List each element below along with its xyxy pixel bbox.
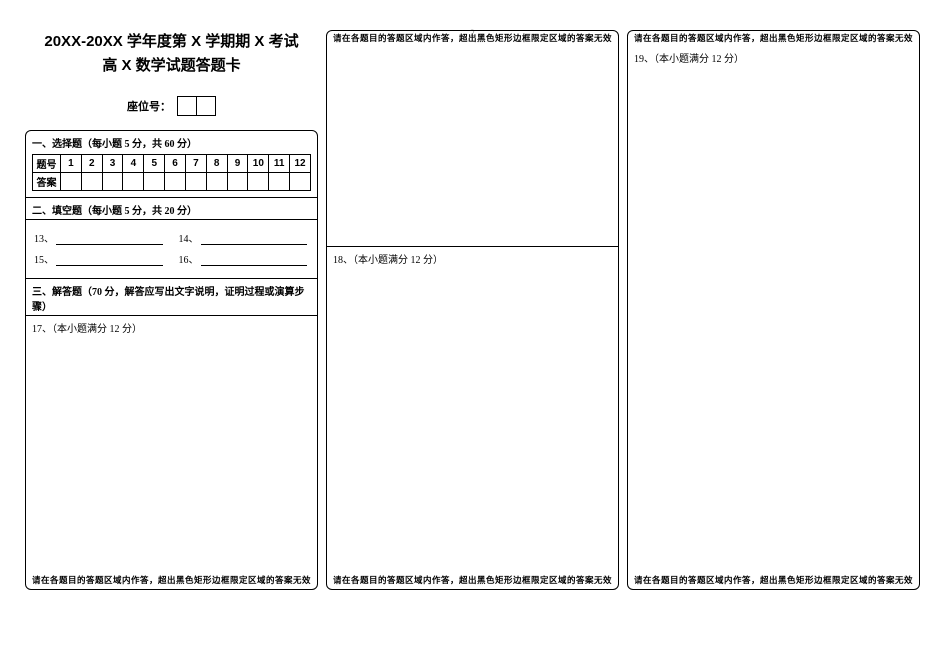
answer-area-q17[interactable] (26, 339, 317, 573)
fill-item-15[interactable]: 15、 (34, 251, 165, 266)
column-1: 20XX-20XX 学年度第 X 学期期 X 考试 高 X 数学试题答题卡 座位… (25, 30, 318, 590)
answer-cell[interactable] (61, 173, 82, 191)
boundary-banner-bottom: 请在各题目的答题区域内作答，超出黑色矩形边框限定区域的答案无效 (26, 573, 317, 589)
answer-cell[interactable] (227, 173, 248, 191)
fill-label: 16、 (179, 251, 199, 266)
multiple-choice-table-wrap: 题号 1 2 3 4 5 6 7 8 9 10 11 12 (26, 152, 317, 197)
seat-label: 座位号： (127, 98, 171, 114)
column-3-frame: 请在各题目的答题区域内作答，超出黑色矩形边框限定区域的答案无效 19、（本小题满… (627, 30, 920, 590)
column-2-frame: 请在各题目的答题区域内作答，超出黑色矩形边框限定区域的答案无效 18、（本小题满… (326, 30, 619, 590)
seat-boxes[interactable] (177, 96, 216, 116)
seat-box-1[interactable] (177, 96, 197, 116)
section-1-heading: 一、选择题（每小题 5 分，共 60 分） (26, 131, 317, 152)
q-number: 2 (81, 155, 102, 173)
seat-box-2[interactable] (196, 96, 216, 116)
answer-cell[interactable] (102, 173, 123, 191)
question-19-label: 19、（本小题满分 12 分） (628, 46, 919, 69)
sheet-header: 20XX-20XX 学年度第 X 学期期 X 考试 高 X 数学试题答题卡 座位… (25, 30, 318, 130)
answer-cell[interactable] (144, 173, 165, 191)
boundary-banner-bottom: 请在各题目的答题区域内作答，超出黑色矩形边框限定区域的答案无效 (327, 573, 618, 589)
title-line-1: 20XX-20XX 学年度第 X 学期期 X 考试 (35, 30, 308, 54)
column-3: 请在各题目的答题区域内作答，超出黑色矩形边框限定区域的答案无效 19、（本小题满… (627, 30, 920, 590)
q-number: 7 (185, 155, 206, 173)
seat-number-row: 座位号： (127, 96, 216, 116)
column-2: 请在各题目的答题区域内作答，超出黑色矩形边框限定区域的答案无效 18、（本小题满… (326, 30, 619, 590)
fill-label: 14、 (179, 230, 199, 245)
section-2-heading: 二、填空题（每小题 5 分，共 20 分） (26, 198, 317, 219)
answer-area-q17-continued[interactable] (327, 46, 618, 246)
column-2-content: 18、（本小题满分 12 分） (327, 46, 618, 573)
answer-cell[interactable] (269, 173, 290, 191)
q-number: 4 (123, 155, 144, 173)
fill-line[interactable] (201, 256, 308, 266)
answer-cell[interactable] (290, 173, 311, 191)
answer-area-q18[interactable] (327, 270, 618, 573)
q-number: 5 (144, 155, 165, 173)
fill-row: 15、 16、 (34, 251, 309, 266)
q-number: 10 (248, 155, 269, 173)
section-3-heading: 三、解答题（70 分，解答应写出文字说明，证明过程或演算步骤） (26, 279, 317, 315)
q-number: 1 (61, 155, 82, 173)
lower-half: 18、（本小题满分 12 分） (327, 247, 618, 573)
answer-area-q19[interactable] (628, 69, 919, 573)
q-number: 8 (206, 155, 227, 173)
boundary-banner-bottom: 请在各题目的答题区域内作答，超出黑色矩形边框限定区域的答案无效 (628, 573, 919, 589)
fill-item-13[interactable]: 13、 (34, 230, 165, 245)
question-17-label: 17、（本小题满分 12 分） (26, 316, 317, 339)
answer-cell[interactable] (123, 173, 144, 191)
q-number: 11 (269, 155, 290, 173)
boundary-banner-top: 请在各题目的答题区域内作答，超出黑色矩形边框限定区域的答案无效 (628, 31, 919, 46)
title-line-2: 高 X 数学试题答题卡 (35, 54, 308, 78)
answer-cell[interactable] (81, 173, 102, 191)
multiple-choice-table: 题号 1 2 3 4 5 6 7 8 9 10 11 12 (32, 154, 311, 191)
fill-item-14[interactable]: 14、 (179, 230, 310, 245)
answer-cell[interactable] (248, 173, 269, 191)
row-label-question: 题号 (33, 155, 61, 173)
fill-blank-area: 13、 14、 15、 16、 (26, 220, 317, 278)
answer-cell[interactable] (206, 173, 227, 191)
column-1-frame: 一、选择题（每小题 5 分，共 60 分） 题号 1 2 3 4 5 6 7 8… (25, 130, 318, 590)
table-row: 题号 1 2 3 4 5 6 7 8 9 10 11 12 (33, 155, 311, 173)
answer-cell[interactable] (185, 173, 206, 191)
answer-sheet: 20XX-20XX 学年度第 X 学期期 X 考试 高 X 数学试题答题卡 座位… (25, 30, 920, 590)
fill-item-16[interactable]: 16、 (179, 251, 310, 266)
fill-row: 13、 14、 (34, 230, 309, 245)
fill-label: 15、 (34, 251, 54, 266)
fill-label: 13、 (34, 230, 54, 245)
row-label-answer: 答案 (33, 173, 61, 191)
q-number: 12 (290, 155, 311, 173)
boundary-banner-top: 请在各题目的答题区域内作答，超出黑色矩形边框限定区域的答案无效 (327, 31, 618, 46)
q-number: 6 (165, 155, 186, 173)
column-3-content: 19、（本小题满分 12 分） (628, 46, 919, 573)
answer-cell[interactable] (165, 173, 186, 191)
table-row: 答案 (33, 173, 311, 191)
question-18-label: 18、（本小题满分 12 分） (327, 247, 618, 270)
fill-line[interactable] (56, 235, 163, 245)
fill-line[interactable] (56, 256, 163, 266)
q-number: 3 (102, 155, 123, 173)
q-number: 9 (227, 155, 248, 173)
fill-line[interactable] (201, 235, 308, 245)
